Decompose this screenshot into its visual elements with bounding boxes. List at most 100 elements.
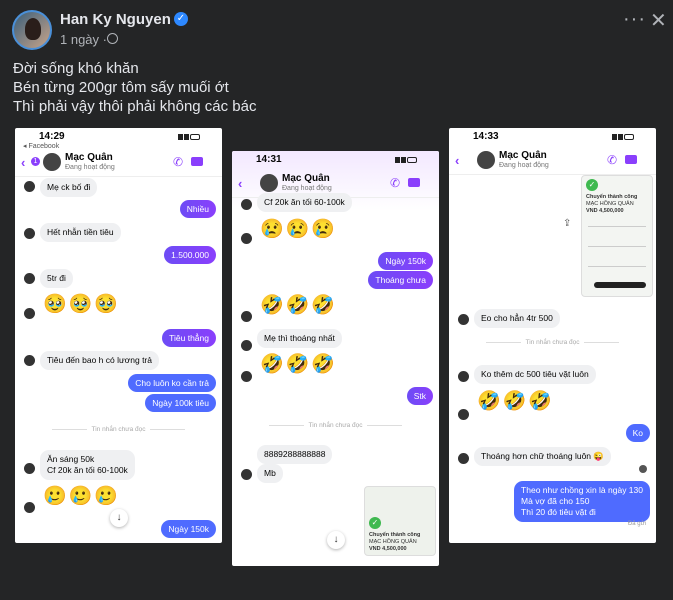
back-icon: ‹ (21, 155, 26, 170)
emoji-message: 🤣🤣🤣 (260, 354, 337, 375)
globe-icon (107, 33, 118, 44)
message-avatar (458, 371, 469, 382)
message-avatar (241, 340, 252, 351)
message-bubble: Ngày 100k tiêu (145, 394, 216, 412)
receipt-title: Chuyển thành công (586, 194, 638, 200)
unread-separator: Tin nhắn chưa đọc (449, 339, 656, 346)
message-line: Mà vợ đã cho 150 (521, 496, 590, 506)
contact-status: Đang hoạt động (65, 164, 115, 171)
contact-name: Mạc Quân (282, 173, 330, 184)
scroll-down-icon[interactable]: ↓ (110, 509, 128, 527)
video-icon (191, 157, 203, 166)
emoji-message: 🥲🥲🥲 (43, 486, 120, 507)
message-bubble: Cho luôn ko cần trả (128, 374, 216, 392)
message-avatar (241, 311, 252, 322)
phone-icon: ✆ (173, 155, 184, 169)
contact-avatar (477, 151, 495, 169)
contact-avatar (260, 174, 278, 192)
message-bubble: Cf 20k ăn tối 60-100k (257, 193, 352, 212)
message-line: Theo như chồng xin là ngày 130 (521, 485, 643, 495)
receipt-amount: VND 4,500,000 (369, 546, 407, 552)
phone-icon: ✆ (607, 153, 618, 167)
chat-header: ‹ 1 Mạc Quân Đang hoạt động ✆ (15, 150, 222, 177)
message-bubble: Theo như chồng xin là ngày 130 Mà vợ đã … (514, 481, 650, 522)
video-icon (625, 155, 637, 164)
message-avatar (24, 355, 35, 366)
message-bubble: Mẹ ck bố đi (40, 178, 98, 197)
message-line: Cf 20k ăn tối 60-100k (47, 465, 128, 475)
message-bubble: 5tr đi (40, 269, 73, 288)
author-avatar[interactable] (12, 10, 52, 50)
message-bubble: Stk (406, 387, 433, 405)
receipt-name: MẠC HỒNG QUÂN (586, 201, 634, 207)
message-avatar (241, 371, 252, 382)
verified-badge-icon: ✓ (174, 12, 188, 26)
message-bubble: 1.500.000 (164, 246, 216, 264)
post-caption: Đời sống khó khăn Bén từng 200gr tôm sấy… (13, 59, 257, 116)
message-bubble: Eo cho hẳn 4tr 500 (474, 309, 560, 328)
contact-avatar (43, 153, 61, 171)
phone-icon: ✆ (390, 176, 401, 190)
status-icons (395, 155, 427, 163)
message-bubble: Ngày 150k (161, 520, 216, 538)
message-bubble: Nhiều (179, 200, 216, 218)
sent-status: Đã gửi (627, 521, 646, 527)
status-icons (612, 132, 644, 140)
post-time[interactable]: 1 ngày · (60, 32, 107, 47)
more-options-button[interactable]: ··· (623, 8, 646, 31)
message-line: Thì 20 đó tiêu vặt đi (521, 507, 596, 517)
message-bubble: Ngày 150k (378, 252, 433, 270)
message-bubble: Thoáng hơn chữ thoáng luôn 😜 (474, 447, 611, 466)
message-avatar (24, 228, 35, 239)
app-back-label: ◂ Facebook (23, 143, 60, 150)
message-avatar (458, 409, 469, 420)
back-icon: ‹ (238, 176, 243, 191)
message-avatar (24, 273, 35, 284)
contact-status: Đang hoạt động (282, 185, 332, 192)
message-bubble: Ko thêm dc 500 tiêu vặt luôn (474, 365, 596, 384)
message-avatar (241, 469, 252, 480)
close-button[interactable]: ✕ (650, 8, 667, 33)
transfer-receipt-image[interactable]: ✓ Chuyển thành công MẠC HỒNG QUÂN VND 4,… (364, 486, 436, 556)
share-icon[interactable]: ⇪ (563, 218, 571, 229)
seen-avatar (639, 465, 647, 473)
message-avatar (458, 314, 469, 325)
contact-name: Mạc Quân (499, 150, 547, 161)
chat-header: ‹ Mạc Quân Đang hoạt động ✆ (449, 148, 656, 175)
message-avatar (241, 233, 252, 244)
screenshot-3[interactable]: 14:33 ‹ Mạc Quân Đang hoạt động ✆ ✓ Chuy… (449, 128, 656, 543)
back-icon: ‹ (455, 153, 460, 168)
message-bubble: Tiêu thẳng (162, 329, 216, 347)
caption-line: Bén từng 200gr tôm sấy muối ớt (13, 79, 229, 96)
contact-name: Mạc Quân (65, 152, 113, 163)
check-icon: ✓ (369, 517, 381, 529)
screenshot-2[interactable]: 14:31 ‹ Mạc Quân Đang hoạt động ✆ Cf 20k… (232, 151, 439, 566)
message-bubble: 8889288888888 (257, 445, 333, 464)
message-avatar (458, 453, 469, 464)
emoji-message: 🥹🥹🥹 (43, 294, 120, 315)
transfer-receipt-image[interactable]: ✓ Chuyển thành công MẠC HỒNG QUÂN VND 4,… (581, 175, 653, 297)
caption-line: Đời sống khó khăn (13, 60, 139, 77)
video-icon (408, 178, 420, 187)
message-bubble: Hết nhẫn tiền tiêu (40, 223, 121, 242)
screenshot-1[interactable]: 14:29 ◂ Facebook ‹ 1 Mạc Quân Đang hoạt … (15, 128, 222, 543)
status-icons (178, 132, 210, 140)
message-avatar (24, 502, 35, 513)
scroll-down-icon[interactable]: ↓ (327, 531, 345, 549)
message-bubble: Thoáng chưa (368, 271, 433, 289)
unread-badge: 1 (31, 157, 40, 166)
contact-status: Đang hoạt động (499, 162, 549, 169)
emoji-message: 😢😢😢 (260, 219, 337, 240)
author-name[interactable]: Han Ky Nguyen (60, 11, 171, 28)
message-bubble: Ko (625, 424, 650, 442)
unread-separator: Tin nhắn chưa đọc (232, 422, 439, 429)
status-time: 14:31 (256, 154, 282, 165)
receipt-name: MẠC HỒNG QUÂN (369, 539, 417, 545)
message-bubble: Mb (257, 464, 283, 483)
caption-line: Thì phải vậy thôi phải không các bác (13, 98, 257, 115)
status-time: 14:29 (39, 131, 65, 142)
message-bubble: Mẹ thì thoáng nhất (257, 329, 342, 348)
message-bubble: Ăn sáng 50k Cf 20k ăn tối 60-100k (40, 450, 135, 480)
status-time: 14:33 (473, 131, 499, 142)
emoji-message: 🤣🤣🤣 (477, 391, 554, 412)
